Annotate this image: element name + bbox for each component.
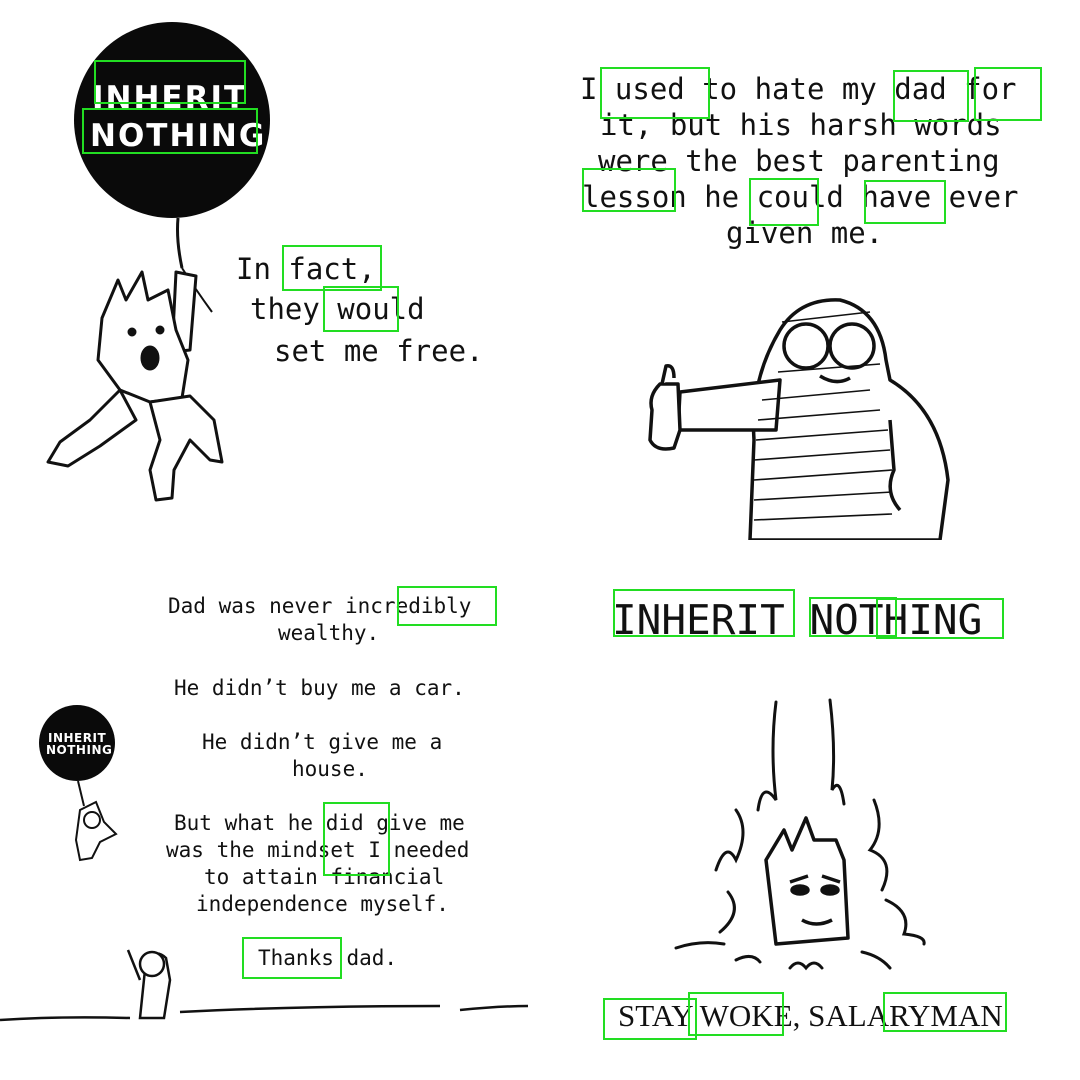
small-boy-figure <box>74 800 118 862</box>
para5: Thanks dad. <box>258 946 398 970</box>
para1-line2: wealthy. <box>278 621 380 645</box>
para4-line2: was the mindset I needed <box>166 838 470 862</box>
para3-line2: house. <box>292 757 368 781</box>
caption-line3: set me free. <box>274 334 484 368</box>
man-head-figure <box>764 816 850 946</box>
small-balloon-boy-illustration: INHERIT NOTHING <box>0 705 529 1022</box>
balloon-text-line1: INHERIT <box>92 80 247 116</box>
thumbs-up-illustration <box>648 298 950 540</box>
caption-line1: In fact, <box>236 252 376 286</box>
panel-stay-woke: INHERIT NOTHING STAY WOKE, SALARYMAN <box>540 540 1080 1080</box>
para3-line1: He didn’t give me a <box>202 730 443 754</box>
para4-line1: But what he did give me <box>174 811 465 835</box>
para2: He didn’t buy me a car. <box>174 676 465 700</box>
boy-figure <box>46 270 224 502</box>
panel-balloon-boy: INHERIT NOTHING In fact, they would set … <box>0 0 540 540</box>
caption-line2: they would <box>250 292 425 326</box>
stay-woke-footer: STAY WOKE, SALARYMAN <box>618 998 1003 1033</box>
man-figure <box>648 298 950 540</box>
para1-line1: Dad was never incredibly <box>168 594 472 618</box>
panel-dad-lesson: INHERIT NOTHING Dad was never incredibly… <box>0 540 540 1080</box>
balloon-text-line2: NOTHING <box>90 118 266 154</box>
para4-line3: to attain financial <box>204 865 445 889</box>
dad-waving-figure <box>126 949 172 1020</box>
small-balloon-text-line2: NOTHING <box>46 743 112 757</box>
para4-line4: independence myself. <box>196 892 449 916</box>
ground-line <box>0 1004 529 1022</box>
panel-thumbs-up: I used to hate my dad for it, but his ha… <box>540 0 1080 540</box>
